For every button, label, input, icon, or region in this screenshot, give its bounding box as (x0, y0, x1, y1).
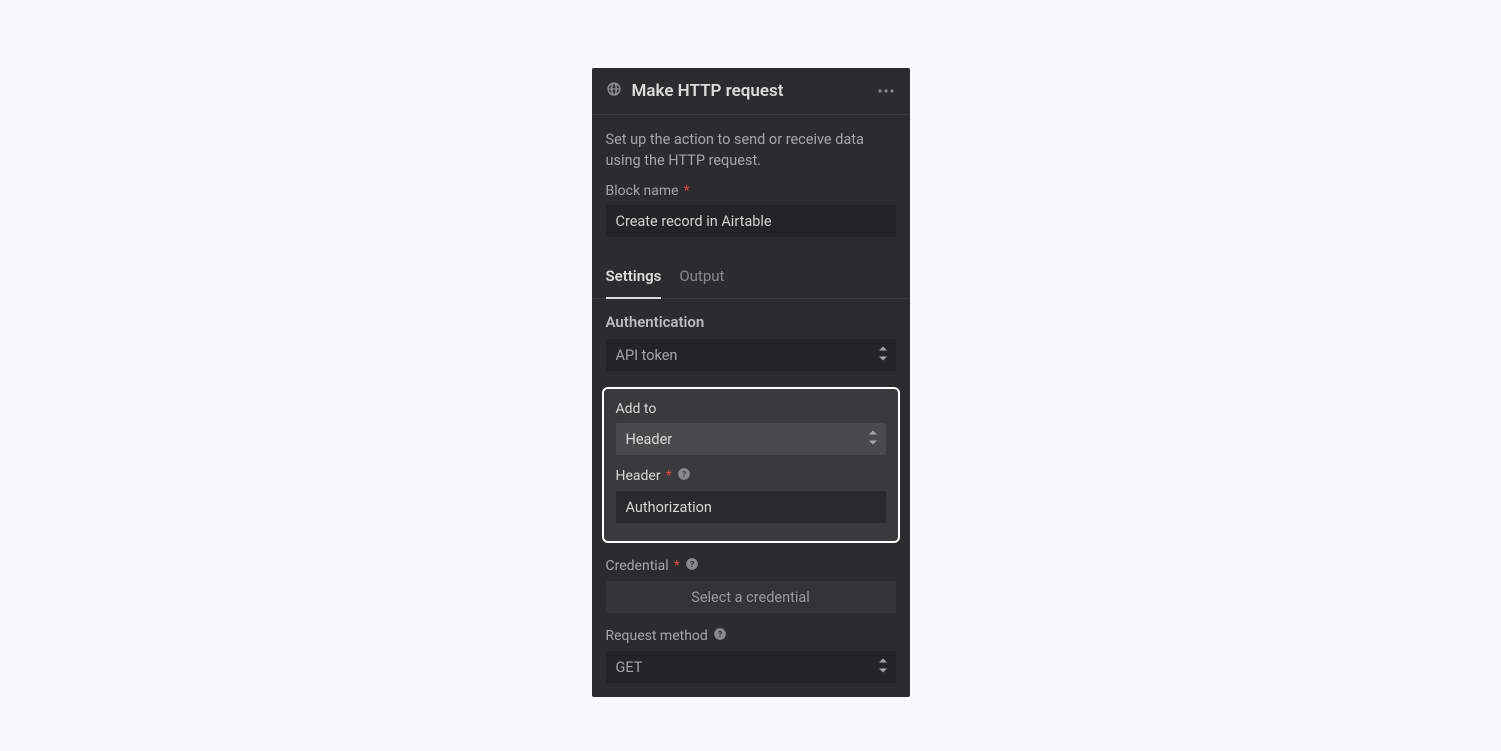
credential-field: Credential * ? Select a credential (592, 553, 910, 623)
header-name-field: Header * ? (610, 463, 892, 531)
add-to-field: Add to Header (610, 397, 892, 463)
http-request-panel: Make HTTP request Set up the action to s… (592, 68, 910, 697)
credential-label: Credential * ? (606, 557, 896, 575)
more-menu-button[interactable] (876, 89, 896, 93)
block-name-input[interactable] (606, 205, 896, 237)
help-icon[interactable]: ? (685, 557, 699, 575)
panel-description: Set up the action to send or receive dat… (592, 115, 910, 179)
help-icon[interactable]: ? (677, 467, 691, 485)
block-name-label: Block name * (606, 183, 896, 199)
authentication-section-label: Authentication (592, 299, 910, 339)
panel-header: Make HTTP request (592, 68, 910, 115)
add-to-select[interactable]: Header (616, 423, 886, 455)
required-marker: * (674, 558, 680, 574)
block-name-field: Block name * (592, 179, 910, 247)
request-method-select[interactable]: GET (606, 651, 896, 683)
tab-output[interactable]: Output (679, 255, 724, 299)
request-method-label: Request method ? (606, 627, 896, 645)
auth-mode-field: API token (592, 339, 910, 381)
svg-text:?: ? (718, 629, 722, 639)
auth-mode-select[interactable]: API token (606, 339, 896, 371)
tab-settings[interactable]: Settings (606, 255, 662, 299)
select-credential-button[interactable]: Select a credential (606, 581, 896, 613)
required-marker: * (684, 183, 690, 199)
tabs: Settings Output (592, 255, 910, 299)
svg-text:?: ? (690, 559, 694, 569)
svg-text:?: ? (682, 469, 686, 479)
help-icon[interactable]: ? (713, 627, 727, 645)
header-name-input[interactable] (616, 491, 886, 523)
request-method-field: Request method ? GET (592, 623, 910, 693)
globe-icon (606, 81, 632, 101)
panel-title: Make HTTP request (632, 81, 876, 101)
required-marker: * (666, 468, 672, 484)
auth-token-config: Add to Header Header * ? (602, 387, 900, 543)
add-to-label: Add to (616, 401, 886, 417)
header-name-label: Header * ? (616, 467, 886, 485)
